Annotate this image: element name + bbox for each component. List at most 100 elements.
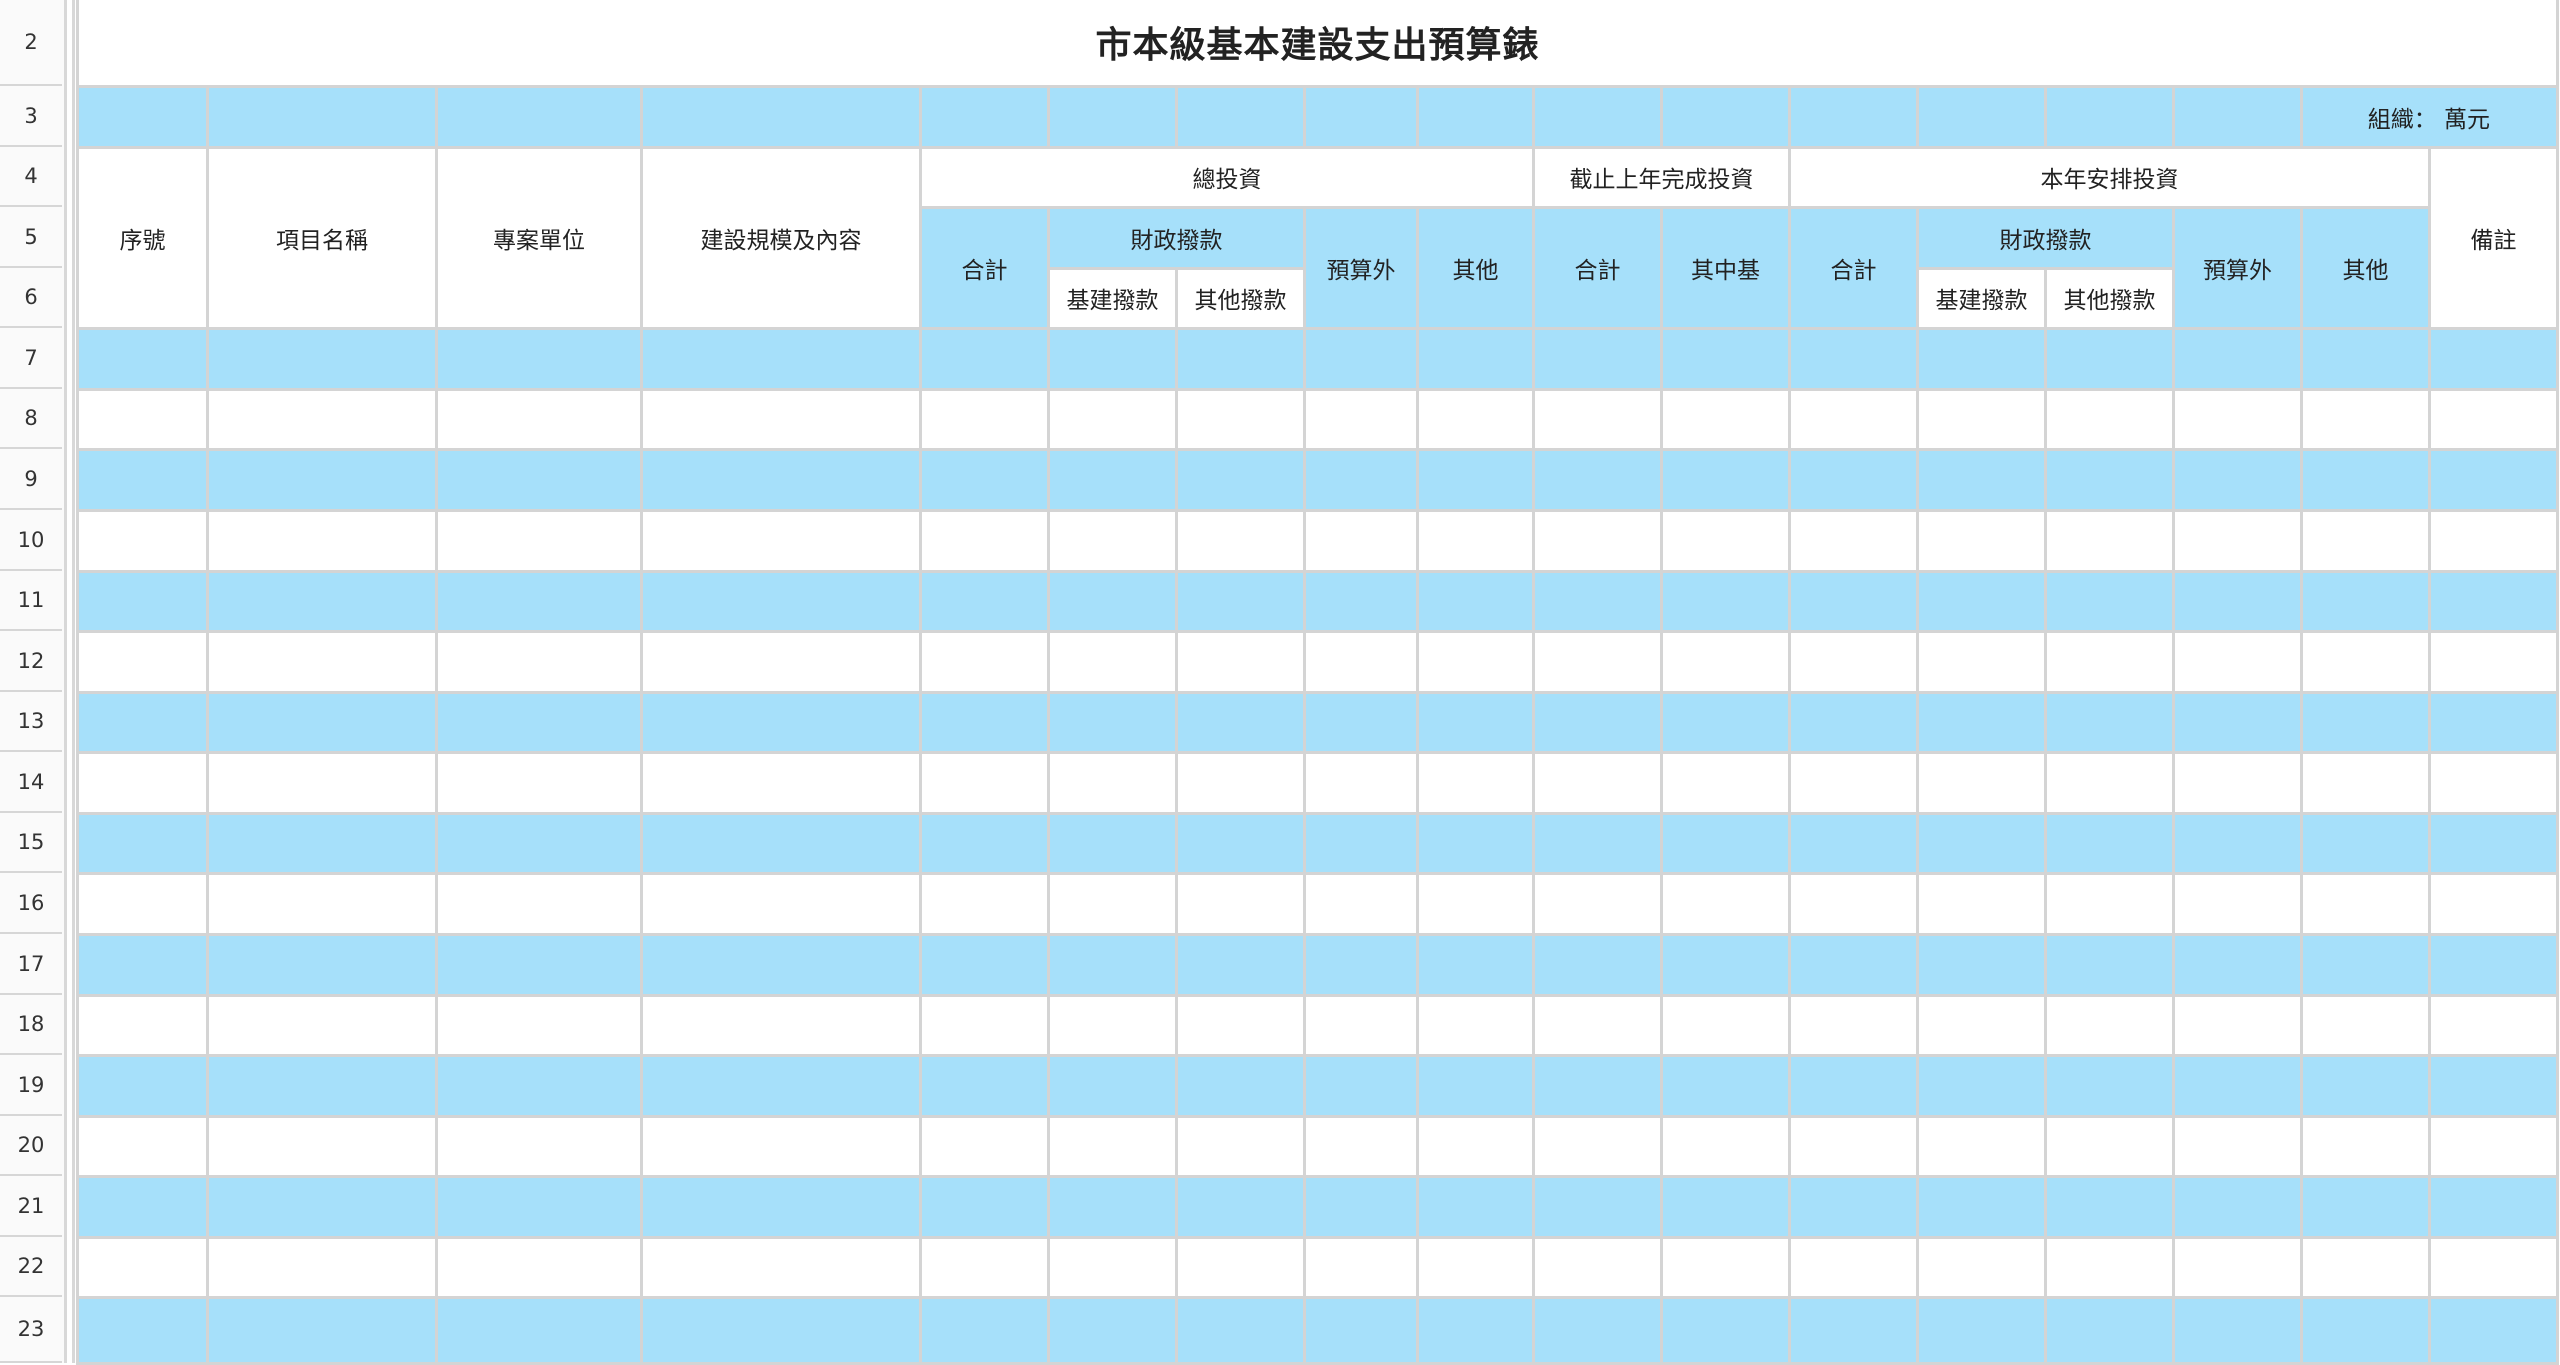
cell[interactable] (640, 1295, 922, 1365)
cell[interactable] (1532, 1053, 1663, 1118)
cell[interactable] (435, 871, 643, 936)
cell[interactable] (2044, 387, 2175, 451)
cell[interactable] (919, 326, 1050, 391)
cell[interactable] (435, 1174, 643, 1239)
cell[interactable] (1532, 629, 1663, 694)
cell[interactable] (1660, 1174, 1791, 1239)
cell[interactable] (1175, 993, 1306, 1057)
cell[interactable] (1303, 387, 1419, 451)
cell[interactable] (435, 508, 643, 573)
cell[interactable] (1175, 84, 1306, 149)
cell[interactable] (2300, 993, 2431, 1057)
cell[interactable] (76, 932, 209, 997)
cell[interactable] (1916, 1295, 2047, 1365)
cell[interactable] (1916, 1235, 2047, 1299)
cell[interactable] (919, 993, 1050, 1057)
cell[interactable] (435, 1114, 643, 1178)
cell[interactable] (1175, 1174, 1306, 1239)
cell[interactable] (206, 84, 438, 149)
cell[interactable] (1660, 84, 1791, 149)
cell[interactable] (2044, 750, 2175, 815)
cell[interactable] (206, 569, 438, 633)
cell[interactable] (2300, 387, 2431, 451)
cell[interactable] (1788, 1114, 1919, 1178)
cell[interactable] (1416, 871, 1535, 936)
cell[interactable] (1660, 508, 1791, 573)
cell[interactable] (1175, 1114, 1306, 1178)
cell[interactable] (435, 629, 643, 694)
cell[interactable] (1303, 1174, 1419, 1239)
row-number[interactable]: 10 (0, 510, 62, 571)
cell[interactable] (1916, 1114, 2047, 1178)
cell[interactable] (1660, 447, 1791, 512)
row-number[interactable]: 9 (0, 449, 62, 510)
row-number[interactable]: 3 (0, 86, 62, 147)
cell[interactable] (1532, 871, 1663, 936)
cell[interactable] (435, 447, 643, 512)
cell[interactable] (2172, 993, 2303, 1057)
cell[interactable] (919, 1053, 1050, 1118)
cell[interactable] (1047, 387, 1178, 451)
cell[interactable] (2044, 508, 2175, 573)
cell[interactable] (1660, 1235, 1791, 1299)
cell[interactable] (1303, 84, 1419, 149)
cell[interactable] (2300, 690, 2431, 754)
cell[interactable] (1916, 569, 2047, 633)
cell[interactable] (1303, 690, 1419, 754)
cell[interactable] (1303, 1295, 1419, 1365)
cell[interactable] (1788, 326, 1919, 391)
cell[interactable] (640, 993, 922, 1057)
cell[interactable] (640, 932, 922, 997)
cell[interactable] (435, 1053, 643, 1118)
cell[interactable] (1416, 387, 1535, 451)
cell[interactable] (1660, 629, 1791, 694)
cell[interactable] (1916, 750, 2047, 815)
cell[interactable] (2428, 326, 2559, 391)
cell[interactable] (1660, 811, 1791, 875)
header-ti-basic-construction[interactable]: 基建撥款 (1047, 266, 1178, 330)
cell[interactable] (1416, 508, 1535, 573)
cell[interactable] (1303, 871, 1419, 936)
header-cl-total[interactable]: 合計 (1532, 205, 1663, 330)
cell[interactable] (1416, 447, 1535, 512)
cell[interactable] (435, 811, 643, 875)
cell[interactable] (1532, 811, 1663, 875)
cell[interactable] (1916, 1053, 2047, 1118)
cell[interactable] (206, 750, 438, 815)
cell[interactable] (1175, 326, 1306, 391)
cell[interactable] (2300, 629, 2431, 694)
cell[interactable] (1303, 1114, 1419, 1178)
cell[interactable] (1916, 508, 2047, 573)
cell[interactable] (1660, 1114, 1791, 1178)
cell[interactable] (1660, 932, 1791, 997)
cell[interactable] (2428, 1174, 2559, 1239)
cell[interactable] (1303, 326, 1419, 391)
row-number[interactable]: 23 (0, 1297, 62, 1363)
cell[interactable] (919, 1235, 1050, 1299)
cell[interactable] (919, 932, 1050, 997)
cell[interactable] (1047, 811, 1178, 875)
cell[interactable] (1416, 1174, 1535, 1239)
cell[interactable] (76, 750, 209, 815)
cell[interactable] (435, 84, 643, 149)
cell[interactable] (1788, 932, 1919, 997)
cell[interactable] (1047, 569, 1178, 633)
cell[interactable] (76, 871, 209, 936)
cell[interactable] (1788, 84, 1919, 149)
row-number[interactable]: 22 (0, 1237, 62, 1297)
cell[interactable] (1175, 1053, 1306, 1118)
cell[interactable] (1047, 447, 1178, 512)
cell[interactable] (1788, 508, 1919, 573)
row-number[interactable]: 5 (0, 207, 62, 268)
cell[interactable] (435, 932, 643, 997)
cell[interactable] (919, 1114, 1050, 1178)
cell[interactable] (1788, 993, 1919, 1057)
cell[interactable] (2044, 811, 2175, 875)
cell[interactable] (2044, 1114, 2175, 1178)
cell[interactable] (1416, 84, 1535, 149)
cell[interactable] (1916, 690, 2047, 754)
cell[interactable] (435, 1295, 643, 1365)
cell[interactable] (206, 871, 438, 936)
cell[interactable] (2428, 629, 2559, 694)
cell[interactable] (919, 629, 1050, 694)
